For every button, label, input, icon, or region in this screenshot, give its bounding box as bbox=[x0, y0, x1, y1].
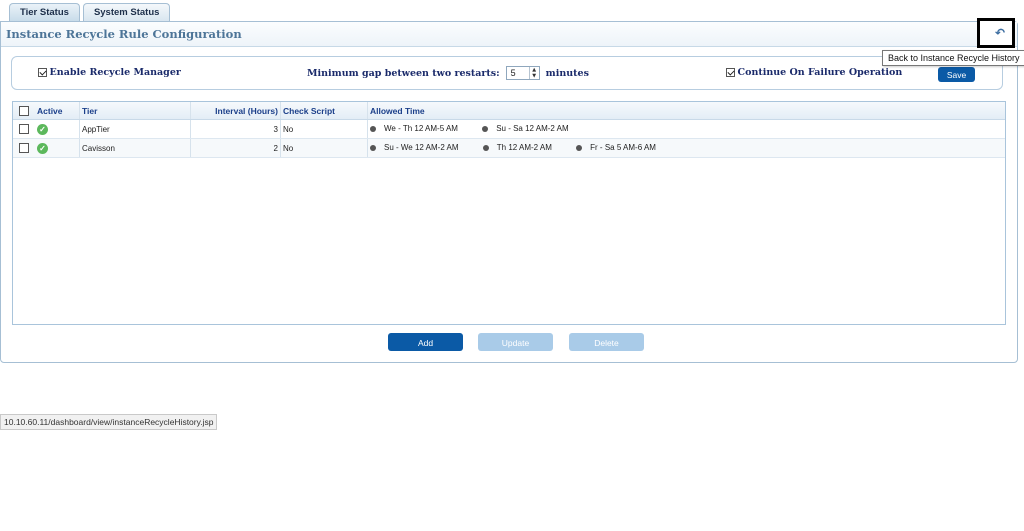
restart-gap-label: Minimum gap between two restarts: bbox=[307, 67, 500, 79]
select-all-header bbox=[13, 102, 35, 120]
table-row[interactable]: ✓ Cavisson 2 No Su - We 12 AM-2 AM Th 12… bbox=[13, 138, 1005, 158]
interval-cell: 2 bbox=[190, 138, 281, 158]
row-checkbox[interactable] bbox=[19, 143, 29, 153]
time-slot: We - Th 12 AM-5 AM bbox=[370, 124, 458, 133]
time-slot: Su - We 12 AM-2 AM bbox=[370, 143, 459, 152]
time-slot-text: Fr - Sa 5 AM-6 AM bbox=[590, 143, 656, 153]
config-panel: Instance Recycle Rule Configuration ↶ En… bbox=[0, 18, 1018, 363]
update-button[interactable]: Update bbox=[478, 333, 553, 351]
time-slot: Fr - Sa 5 AM-6 AM bbox=[576, 143, 656, 152]
col-active[interactable]: Active bbox=[35, 102, 80, 120]
bullet-icon bbox=[370, 144, 376, 151]
bullet-icon bbox=[576, 144, 583, 151]
table-row[interactable]: ✓ AppTier 3 No We - Th 12 AM-5 AM Su - S… bbox=[13, 119, 1005, 139]
tier-cell: Cavisson bbox=[79, 138, 191, 158]
continue-on-failure-checkbox[interactable] bbox=[726, 68, 735, 77]
tab-system-status[interactable]: System Status bbox=[82, 3, 171, 21]
col-tier[interactable]: Tier bbox=[79, 102, 191, 120]
continue-on-failure-label: Continue On Failure Operation bbox=[737, 67, 903, 78]
col-check-script[interactable]: Check Script bbox=[280, 102, 368, 120]
bullet-icon bbox=[482, 125, 489, 132]
col-allowed-time[interactable]: Allowed Time bbox=[367, 102, 1005, 120]
panel-header: Instance Recycle Rule Configuration ↶ bbox=[1, 18, 1017, 48]
back-to-history-button[interactable]: ↶ bbox=[977, 18, 1015, 48]
stepper-arrows[interactable]: ▲ ▼ bbox=[528, 67, 539, 79]
allowed-time-cell: Su - We 12 AM-2 AM Th 12 AM-2 AM Fr - Sa… bbox=[367, 138, 1005, 158]
undo-arrow-icon: ↶ bbox=[995, 26, 1006, 40]
enable-recycle-checkbox[interactable] bbox=[38, 68, 47, 77]
time-slot: Th 12 AM-2 AM bbox=[482, 143, 552, 153]
rules-table: Active Tier Interval (Hours) Check Scrip… bbox=[13, 102, 1005, 158]
active-check-icon: ✓ bbox=[37, 142, 48, 154]
back-button-tooltip: Back to Instance Recycle History bbox=[882, 50, 1024, 66]
col-interval[interactable]: Interval (Hours) bbox=[190, 102, 281, 120]
restart-gap-unit: minutes bbox=[545, 67, 589, 79]
tab-tier-status[interactable]: Tier Status bbox=[9, 3, 80, 21]
settings-bar: Enable Recycle Manager Minimum gap betwe… bbox=[11, 56, 1003, 90]
delete-button[interactable]: Delete bbox=[569, 333, 644, 351]
time-slot-text: We - Th 12 AM-5 AM bbox=[384, 124, 458, 134]
interval-cell: 3 bbox=[190, 119, 281, 139]
row-checkbox[interactable] bbox=[19, 124, 29, 134]
restart-gap-value[interactable]: 5 bbox=[507, 68, 529, 78]
time-slot-text: Su - Sa 12 AM-2 AM bbox=[496, 124, 569, 134]
add-button[interactable]: Add bbox=[388, 333, 463, 351]
allowed-time-cell: We - Th 12 AM-5 AM Su - Sa 12 AM-2 AM bbox=[367, 119, 1005, 139]
enable-recycle-label: Enable Recycle Manager bbox=[49, 67, 181, 78]
restart-gap-stepper[interactable]: 5 ▲ ▼ bbox=[505, 66, 540, 80]
table-header-row: Active Tier Interval (Hours) Check Scrip… bbox=[13, 102, 1005, 120]
check-script-cell: No bbox=[280, 138, 368, 158]
enable-recycle-option[interactable]: Enable Recycle Manager bbox=[38, 67, 181, 78]
tier-cell: AppTier bbox=[79, 119, 191, 139]
tab-bar: Tier Status System Status bbox=[9, 3, 171, 22]
select-all-checkbox[interactable] bbox=[19, 105, 29, 116]
time-slot-text: Su - We 12 AM-2 AM bbox=[384, 143, 459, 153]
bullet-icon bbox=[370, 125, 376, 132]
time-slot: Su - Sa 12 AM-2 AM bbox=[482, 124, 569, 134]
check-script-cell: No bbox=[280, 119, 368, 139]
page-title: Instance Recycle Rule Configuration bbox=[6, 27, 242, 41]
restart-gap-group: Minimum gap between two restarts: 5 ▲ ▼ m… bbox=[307, 66, 589, 80]
save-button[interactable]: Save bbox=[938, 67, 975, 82]
link-status-bar: 10.10.60.11/dashboard/view/instanceRecyc… bbox=[0, 414, 218, 430]
time-slot-text: Th 12 AM-2 AM bbox=[496, 143, 552, 153]
bullet-icon bbox=[482, 144, 489, 151]
active-check-icon: ✓ bbox=[37, 123, 48, 135]
continue-on-failure-option[interactable]: Continue On Failure Operation bbox=[726, 67, 902, 78]
rules-table-container: Active Tier Interval (Hours) Check Scrip… bbox=[12, 101, 1006, 325]
